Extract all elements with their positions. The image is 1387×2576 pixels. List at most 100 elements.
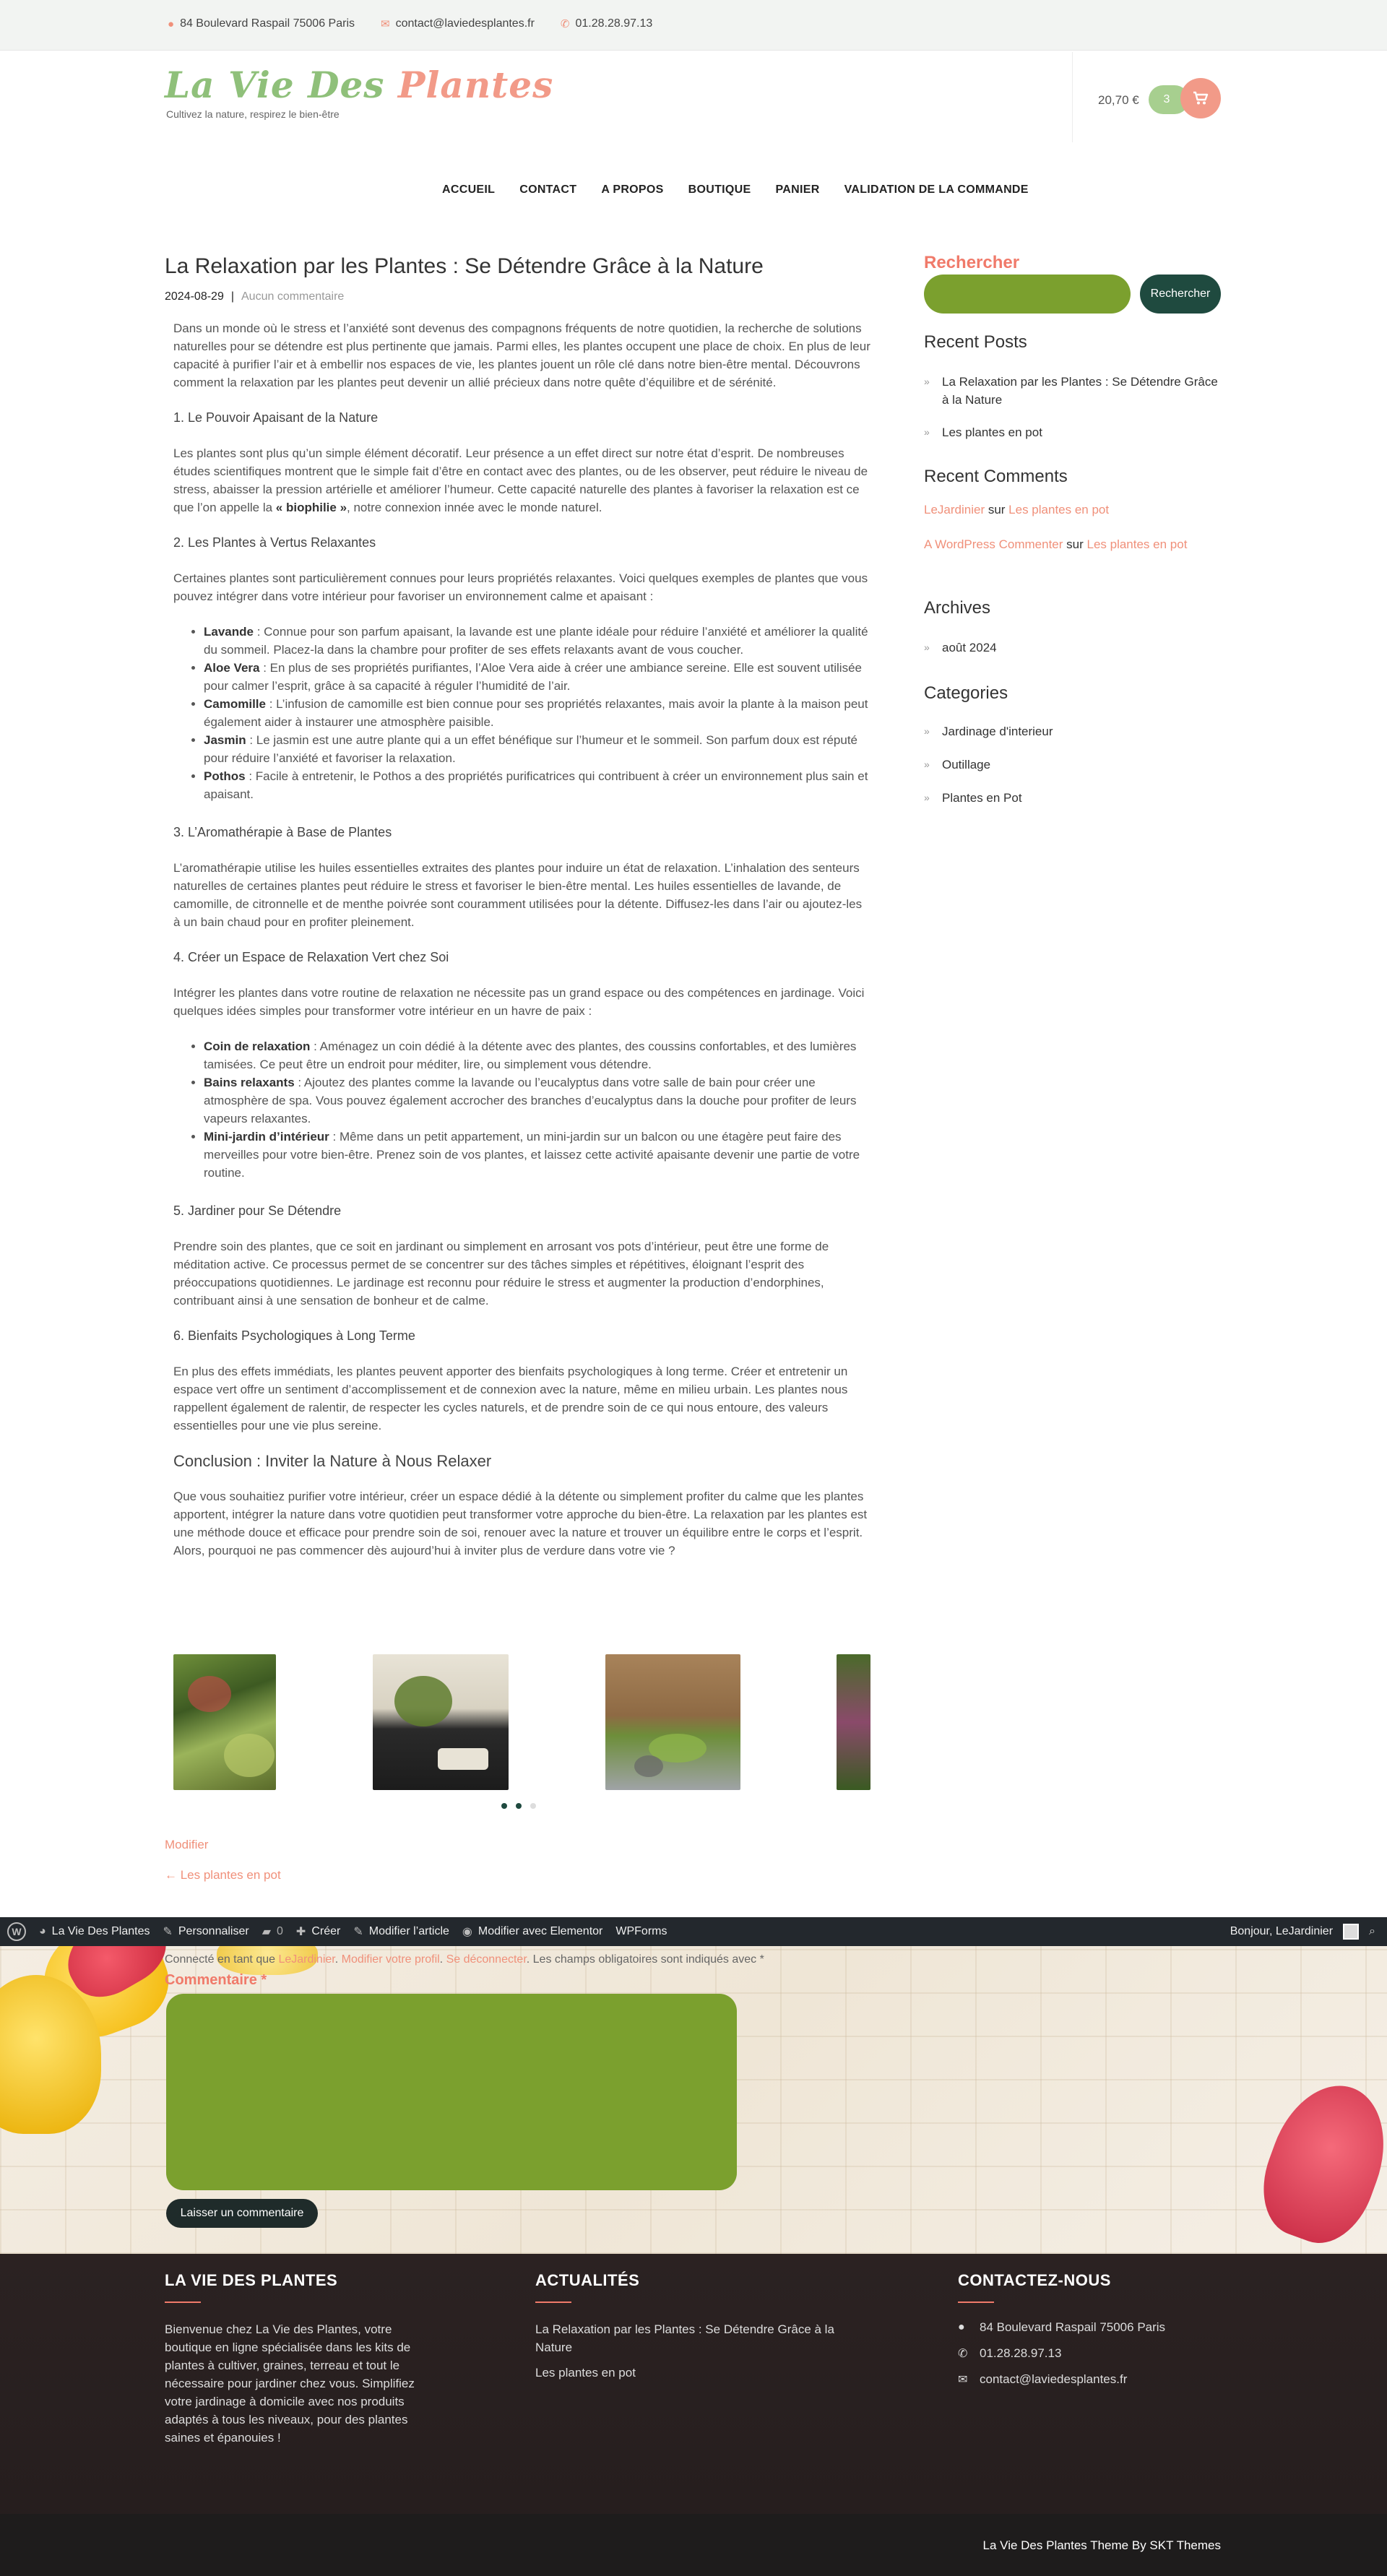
comment-bubble-icon: ▰ xyxy=(262,1926,272,1938)
submit-comment-button[interactable]: Laisser un commentaire xyxy=(166,2199,318,2228)
gallery-pagination xyxy=(501,1803,536,1809)
footer-email[interactable]: ✉ contact@laviedesplantes.fr xyxy=(958,2372,1165,2387)
previous-post-link[interactable]: ← Les plantes en pot xyxy=(165,1868,281,1883)
header-divider xyxy=(1072,52,1073,142)
list-item-text: : Ajoutez des plantes comme la lavande o… xyxy=(204,1076,857,1125)
nav-validation-commande[interactable]: VALIDATION DE LA COMMANDE xyxy=(844,183,1029,196)
logged-user-link[interactable]: LeJardinier xyxy=(278,1953,334,1966)
required-mark: * xyxy=(261,1972,267,1988)
recent-post-link[interactable]: Les plantes en pot xyxy=(924,423,1220,441)
footer-about-column: LA VIE DES PLANTES Bienvenue chez La Vie… xyxy=(165,2271,425,2447)
admin-wpforms-label: WPForms xyxy=(615,1925,667,1937)
list-item: Jasmin : Le jasmin est une autre plante … xyxy=(204,731,870,767)
list-item: Mini-jardin d’intérieur : Même dans un p… xyxy=(204,1128,870,1182)
nav-contact[interactable]: CONTACT xyxy=(519,183,576,196)
logo-text-part2: Plantes xyxy=(397,64,554,106)
site-footer: LA VIE DES PLANTES Bienvenue chez La Vie… xyxy=(0,2254,1387,2514)
admin-greeting[interactable]: Bonjour, LeJardinier xyxy=(1230,1925,1333,1938)
footer-phone-text[interactable]: 01.28.28.97.13 xyxy=(980,2346,1061,2361)
list-item: Lavande : Connue pour son parfum apaisan… xyxy=(204,623,870,659)
nav-boutique[interactable]: BOUTIQUE xyxy=(688,183,751,196)
admin-comments[interactable]: ▰ 0 xyxy=(262,1924,283,1939)
map-pin-icon: ● xyxy=(168,17,175,30)
search-input[interactable] xyxy=(924,275,1131,314)
admin-wpforms[interactable]: WPForms xyxy=(615,1925,667,1938)
search-button[interactable]: Rechercher xyxy=(1140,275,1221,314)
footer-about-text: Bienvenue chez La Vie des Plantes, votre… xyxy=(165,2322,415,2445)
envelope-icon: ✉ xyxy=(381,18,390,30)
list-item-text: : L’infusion de camomille est bien connu… xyxy=(204,697,868,729)
wordpress-logo-icon[interactable]: W xyxy=(7,1922,26,1941)
search-icon[interactable]: ⌕ xyxy=(1369,1925,1375,1938)
section-paragraph-4: Intégrer les plantes dans votre routine … xyxy=(173,986,865,1018)
search-widget-title: Rechercher xyxy=(924,253,1020,272)
topbar-email[interactable]: ✉ contact@laviedesplantes.fr xyxy=(381,17,535,30)
admin-elementor-label: Modifier avec Elementor xyxy=(478,1925,603,1937)
list-item: Pothos : Facile à entretenir, le Pothos … xyxy=(204,767,870,803)
nav-a-propos[interactable]: A PROPOS xyxy=(601,183,663,196)
site-logo[interactable]: La Vie Des Plantes xyxy=(165,64,553,106)
gallery-dot[interactable] xyxy=(516,1803,522,1809)
footer-email-text[interactable]: contact@laviedesplantes.fr xyxy=(980,2372,1127,2387)
section-paragraph-6: En plus des effets immédiats, les plante… xyxy=(173,1365,848,1432)
edit-post-link[interactable]: Modifier xyxy=(165,1838,208,1852)
comment-textarea[interactable] xyxy=(166,1994,737,2190)
list-item-text: : Facile à entretenir, le Pothos a des p… xyxy=(204,769,868,801)
admin-elementor[interactable]: ◉ Modifier avec Elementor xyxy=(462,1924,602,1939)
list-item-text: : Le jasmin est une autre plante qui a u… xyxy=(204,733,857,765)
category-link[interactable]: Jardinage d'interieur xyxy=(924,722,1220,740)
avatar[interactable] xyxy=(1343,1924,1360,1940)
section-heading-6: 6. Bienfaits Psychologiques à Long Terme xyxy=(173,1328,415,1343)
archive-link[interactable]: août 2024 xyxy=(924,639,1220,657)
admin-edit-post-label: Modifier l’article xyxy=(368,1925,449,1937)
nav-accueil[interactable]: ACCUEIL xyxy=(442,183,495,196)
main-navigation: ACCUEIL CONTACT A PROPOS BOUTIQUE PANIER… xyxy=(442,183,1053,196)
admin-site-name[interactable]: ◕ La Vie Des Plantes xyxy=(39,1925,150,1938)
cart-amount[interactable]: 20,70 € xyxy=(1098,93,1139,108)
nav-panier[interactable]: PANIER xyxy=(775,183,819,196)
footer-news-link[interactable]: Les plantes en pot xyxy=(535,2364,860,2382)
cart-button[interactable] xyxy=(1180,78,1221,118)
gallery-image-1[interactable] xyxy=(173,1654,276,1790)
comment-author-link[interactable]: A WordPress Commenter xyxy=(924,537,1063,551)
post-meta: 2024-08-29 | Aucun commentaire xyxy=(165,290,344,303)
envelope-icon: ✉ xyxy=(958,2374,968,2386)
list-item: Bains relaxants : Ajoutez des plantes co… xyxy=(204,1073,870,1128)
gallery-dot[interactable] xyxy=(501,1803,507,1809)
recent-post-link[interactable]: La Relaxation par les Plantes : Se Déten… xyxy=(924,373,1220,409)
meta-separator: | xyxy=(230,290,234,303)
gallery-image-3[interactable] xyxy=(605,1654,740,1790)
footer-credit[interactable]: La Vie Des Plantes Theme By SKT Themes xyxy=(983,2538,1221,2553)
topbar-email-text[interactable]: contact@laviedesplantes.fr xyxy=(396,17,535,30)
topbar-phone-text[interactable]: 01.28.28.97.13 xyxy=(576,17,653,30)
footer-phone[interactable]: ✆ 01.28.28.97.13 xyxy=(958,2346,1165,2361)
post-comments-link[interactable]: Aucun commentaire xyxy=(241,290,344,303)
gallery-image-4[interactable] xyxy=(837,1654,870,1790)
brush-icon: ✎ xyxy=(163,1926,173,1938)
admin-customize-label: Personnaliser xyxy=(178,1925,249,1937)
category-link[interactable]: Plantes en Pot xyxy=(924,789,1220,807)
comment-post-link[interactable]: Les plantes en pot xyxy=(1008,503,1109,517)
list-item: Coin de relaxation : Aménagez un coin dé… xyxy=(204,1037,870,1073)
footer-news-link[interactable]: La Relaxation par les Plantes : Se Déten… xyxy=(535,2320,860,2356)
topbar-phone[interactable]: ✆ 01.28.28.97.13 xyxy=(561,17,652,30)
admin-edit-post[interactable]: ✎ Modifier l’article xyxy=(353,1924,449,1939)
list-item: Aloe Vera : En plus de ses propriétés pu… xyxy=(204,659,870,695)
comment-author-link[interactable]: LeJardinier xyxy=(924,503,985,517)
admin-customize[interactable]: ✎ Personnaliser xyxy=(163,1924,249,1939)
edit-profile-link[interactable]: Modifier votre profil xyxy=(342,1953,440,1966)
list-item-term: Jasmin xyxy=(204,733,246,747)
logged-in-notice: Connecté en tant que LeJardinier. Modifi… xyxy=(165,1953,764,1966)
tulip-decoration xyxy=(1247,2069,1387,2254)
admin-comments-count: 0 xyxy=(277,1925,283,1937)
section-paragraph-2: Certaines plantes sont particulièrement … xyxy=(173,571,868,603)
pencil-icon: ✎ xyxy=(353,1926,363,1938)
list-item-term: Lavande xyxy=(204,625,254,639)
list-item-term: Bains relaxants xyxy=(204,1076,295,1089)
logout-link[interactable]: Se déconnecter xyxy=(446,1953,527,1966)
comment-post-link[interactable]: Les plantes en pot xyxy=(1086,537,1187,551)
gallery-dot[interactable] xyxy=(530,1803,536,1809)
gallery-image-2[interactable] xyxy=(373,1654,509,1790)
category-link[interactable]: Outillage xyxy=(924,756,1220,774)
admin-new[interactable]: ✚ Créer xyxy=(296,1924,340,1939)
